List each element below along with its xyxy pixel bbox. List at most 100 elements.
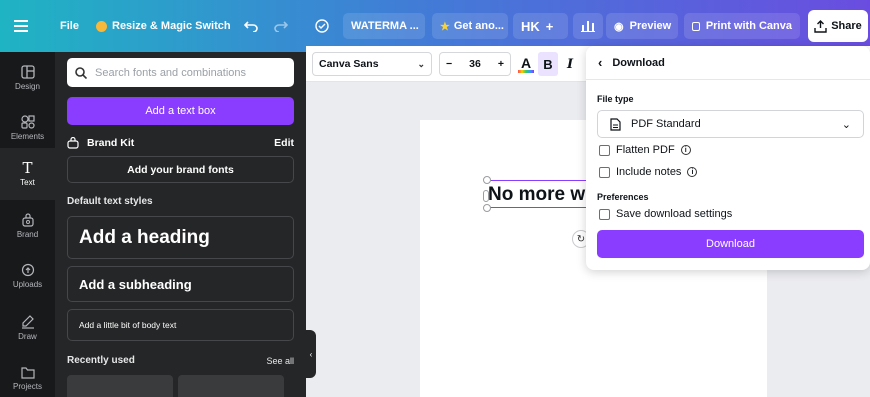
- print-button[interactable]: Print with Canva: [684, 13, 800, 39]
- info-icon[interactable]: i: [687, 167, 698, 177]
- insights-icon[interactable]: [573, 13, 603, 39]
- resize-handle[interactable]: [483, 204, 491, 212]
- resize-button[interactable]: Resize & Magic Switch: [96, 13, 231, 39]
- rail-label-design: Design: [15, 82, 40, 91]
- font-size-input[interactable]: 36: [469, 58, 481, 70]
- rotate-icon: ↻: [576, 233, 586, 245]
- bold-button[interactable]: B: [538, 52, 558, 76]
- layout-icon: [20, 65, 35, 79]
- print-label: Print with Canva: [705, 20, 792, 32]
- italic-button[interactable]: I: [562, 52, 578, 76]
- add-heading-button[interactable]: Add a heading: [67, 216, 294, 259]
- rail-label-elements: Elements: [10, 132, 45, 141]
- info-icon[interactable]: i: [680, 145, 691, 155]
- flatten-pdf-row[interactable]: Flatten PDF i: [599, 144, 691, 156]
- file-type-label: File type: [597, 94, 634, 104]
- increase-size-button[interactable]: +: [498, 58, 504, 70]
- save-settings-label: Save download settings: [616, 208, 733, 220]
- include-notes-checkbox[interactable]: [599, 166, 610, 178]
- text-panel: Add a text box Brand Kit Edit Add your b…: [55, 52, 306, 397]
- file-menu[interactable]: File: [60, 13, 79, 39]
- text-color-button[interactable]: A: [516, 52, 536, 76]
- download-button[interactable]: Download: [597, 230, 864, 258]
- shapes-icon: [20, 115, 35, 129]
- rail-item-text[interactable]: T Text: [0, 148, 55, 200]
- rail-label-projects: Projects: [13, 381, 42, 391]
- include-notes-row[interactable]: Include notes i: [599, 166, 698, 178]
- chevron-left-icon: ‹: [309, 349, 313, 359]
- document-icon: [610, 117, 621, 131]
- add-body-text-button[interactable]: Add a little bit of body text: [67, 309, 294, 341]
- collapse-panel-handle[interactable]: ‹: [306, 330, 316, 378]
- plus-icon: +: [545, 18, 554, 34]
- rail-item-elements[interactable]: Elements: [0, 102, 55, 154]
- font-family-dropdown[interactable]: Canva Sans ⌄: [312, 52, 432, 76]
- add-brand-fonts-button[interactable]: Add your brand fonts: [67, 156, 294, 183]
- recent-font-thumbnail[interactable]: [178, 375, 284, 397]
- get-another-label: Get ano...: [453, 20, 504, 32]
- file-type-value: PDF Standard: [631, 118, 701, 130]
- share-label: Share: [831, 20, 862, 32]
- see-all-link[interactable]: See all: [266, 356, 294, 366]
- rail-item-design[interactable]: Design: [0, 52, 55, 104]
- folder-icon: [20, 366, 35, 379]
- document-title[interactable]: WATERMA ...: [343, 13, 425, 39]
- file-type-dropdown[interactable]: PDF Standard ⌄: [597, 110, 864, 138]
- text-color-letter: A: [520, 54, 532, 71]
- flatten-pdf-label: Flatten PDF: [616, 144, 675, 156]
- save-settings-row[interactable]: Save download settings: [599, 208, 732, 220]
- brand-kit-icon: [67, 137, 79, 149]
- download-panel: ‹ Download File type PDF Standard ⌄ Flat…: [586, 46, 870, 270]
- cloud-upload-icon: [21, 263, 34, 277]
- download-header: ‹ Download: [586, 46, 870, 80]
- recently-used-label: Recently used: [67, 355, 135, 366]
- brand-icon: [21, 213, 34, 227]
- resize-handle[interactable]: [483, 190, 489, 202]
- avatar-initials: HK: [521, 18, 540, 34]
- preview-label: Preview: [629, 20, 672, 32]
- rail-label-brand: Brand: [16, 230, 39, 239]
- save-settings-checkbox[interactable]: [599, 208, 610, 220]
- hamburger-icon[interactable]: [14, 13, 28, 39]
- document-title-text: WATERMA ...: [351, 20, 419, 32]
- add-subheading-button[interactable]: Add a subheading: [67, 266, 294, 302]
- undo-icon[interactable]: [244, 13, 258, 39]
- eye-icon: ◉: [614, 20, 624, 33]
- default-styles-label: Default text styles: [67, 196, 153, 207]
- share-button[interactable]: Share: [808, 10, 868, 42]
- rail-item-uploads[interactable]: Uploads: [0, 250, 55, 302]
- preferences-label: Preferences: [597, 192, 649, 202]
- cloud-sync-icon[interactable]: [314, 13, 330, 39]
- rail-item-projects[interactable]: Projects: [0, 352, 55, 397]
- rail-item-brand[interactable]: Brand: [0, 200, 55, 252]
- add-text-box-button[interactable]: Add a text box: [67, 97, 294, 125]
- selected-text-element[interactable]: No more w: [488, 180, 588, 208]
- top-bar: File Resize & Magic Switch WATERMA ... ★…: [0, 0, 870, 52]
- collaborators-button[interactable]: HK +: [513, 13, 568, 39]
- flatten-pdf-checkbox[interactable]: [599, 144, 610, 156]
- brand-kit-edit-link[interactable]: Edit: [274, 137, 294, 149]
- font-family-value: Canva Sans: [319, 58, 379, 70]
- file-label: File: [60, 20, 79, 32]
- star-icon: ★: [440, 20, 450, 33]
- get-another-button[interactable]: ★ Get ano...: [432, 13, 508, 39]
- recent-font-thumbnail[interactable]: [67, 375, 173, 397]
- color-rainbow-bar: [518, 69, 534, 73]
- left-rail: Design Elements T Text Brand Uploads Dra…: [0, 52, 55, 397]
- decrease-size-button[interactable]: −: [446, 58, 452, 70]
- preview-button[interactable]: ◉ Preview: [606, 13, 678, 39]
- rail-item-draw[interactable]: Draw: [0, 302, 55, 354]
- resize-handle[interactable]: [483, 176, 491, 184]
- text-icon: T: [22, 159, 33, 177]
- pen-icon: [21, 315, 34, 329]
- redo-icon[interactable]: [274, 13, 288, 39]
- back-chevron-icon[interactable]: ‹: [598, 55, 602, 70]
- printer-icon: [692, 21, 700, 31]
- chevron-down-icon: ⌄: [417, 58, 425, 69]
- include-notes-label: Include notes: [616, 166, 682, 178]
- rail-label-uploads: Uploads: [12, 280, 43, 289]
- search-input[interactable]: [95, 66, 285, 79]
- upload-icon: [814, 19, 827, 33]
- rail-label-text: Text: [20, 178, 35, 187]
- resize-label: Resize & Magic Switch: [112, 20, 231, 32]
